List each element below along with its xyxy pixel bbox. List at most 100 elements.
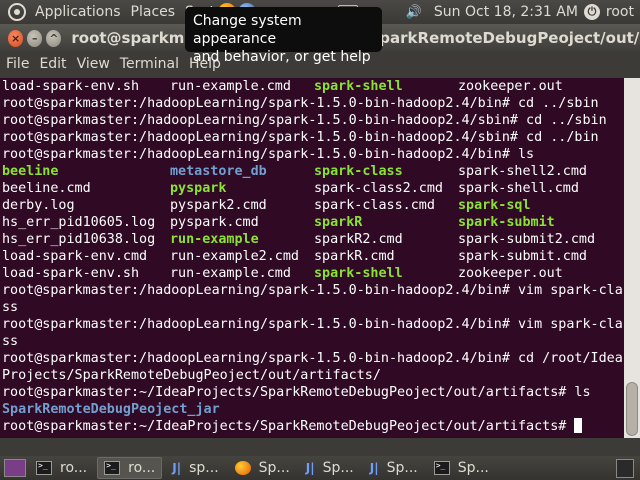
terminal-line: SparkRemoteDebugPeoject_jar — [2, 401, 624, 418]
tooltip-line-1: Change system appearance — [193, 13, 302, 47]
menu-file[interactable]: File — [0, 56, 34, 72]
terminal-file-entry: spark-shell.cmd — [458, 181, 579, 196]
system-menu-tooltip: Change system appearance and behavior, o… — [185, 7, 382, 65]
terminal-file-entry: spark-submit2.cmd — [458, 232, 596, 247]
terminal-line-text: root@sparkmaster:/hadoopLearning/spark-1… — [2, 317, 623, 332]
terminal-scrollbar[interactable] — [624, 78, 640, 438]
maximize-window-button[interactable]: ^ — [46, 29, 62, 47]
terminal-cursor — [574, 418, 583, 433]
clock[interactable]: Sun Oct 18, 2:31 AM — [428, 4, 584, 20]
terminal-file-entry: spark-shell — [314, 266, 403, 281]
applications-menu[interactable]: Applications — [30, 0, 126, 24]
terminal-file-entry: spark-submit — [458, 215, 555, 230]
terminal-file-entry: zookeeper.out — [458, 79, 563, 94]
window-bottom-edge — [0, 438, 640, 456]
terminal-ls-row: load-spark-env.sh run-example.cmd spark-sh… — [2, 265, 624, 282]
scrollbar-thumb[interactable] — [626, 382, 638, 436]
taskbar-item[interactable]: J| Sp... — [300, 457, 360, 479]
terminal-file-entry: spark-shell2.cmd — [458, 164, 587, 179]
taskbar-item[interactable]: J| sp... — [166, 457, 224, 479]
terminal-file-entry: sparkR.cmd — [314, 249, 395, 264]
terminal-line-text: root@sparkmaster:/hadoopLearning/spark-1… — [2, 96, 599, 111]
taskbar-item-label: Sp... — [457, 460, 489, 476]
terminal-file-entry: beeline — [2, 164, 59, 179]
taskbar-item[interactable]: ro... — [97, 457, 163, 479]
terminal-icon — [104, 461, 121, 475]
menu-view[interactable]: View — [72, 56, 115, 72]
terminal-file-entry: metastore_db — [170, 164, 267, 179]
taskbar-item[interactable]: J| Sp... — [364, 457, 424, 479]
taskbar-item-label: Sp... — [386, 460, 418, 476]
terminal-line: root@sparkmaster:~/IdeaProjects/SparkRem… — [2, 384, 624, 401]
taskbar-item-label: Sp... — [258, 460, 290, 476]
terminal-icon — [36, 461, 52, 475]
terminal-line-text: root@sparkmaster:/hadoopLearning/spark-1… — [2, 283, 623, 298]
terminal-ls-row: load-spark-env.sh run-example.cmd spark-sh… — [2, 78, 624, 95]
close-window-button[interactable]: × — [8, 29, 24, 47]
ubuntu-logo-icon[interactable] — [8, 3, 26, 21]
taskbar-item-label: sp... — [189, 460, 219, 476]
user-menu[interactable]: root — [600, 4, 640, 20]
terminal-icon — [433, 461, 450, 475]
terminal-file-entry: spark-sql — [458, 198, 531, 213]
terminal-line: root@sparkmaster:/hadoopLearning/spark-1… — [2, 129, 624, 146]
terminal-ls-row: hs_err_pid10605.log pyspark.cmd sparkR spar… — [2, 214, 624, 231]
terminal-file-entry: pyspark2.cmd — [170, 198, 267, 213]
terminal-line: root@sparkmaster:/hadoopLearning/spark-1… — [2, 350, 624, 367]
terminal-ls-row: load-spark-env.cmd run-example2.cmd sparkR… — [2, 248, 624, 265]
speaker-icon[interactable]: 🔊 — [400, 5, 428, 20]
terminal-file-entry: spark-class.cmd — [314, 198, 435, 213]
terminal-file-entry: run-example2.cmd — [170, 249, 299, 264]
terminal-file-entry: pyspark — [170, 181, 227, 196]
terminal-ls-row: beeline.cmd pyspark spark-class2.cmd spark-… — [2, 180, 624, 197]
terminal-line: root@sparkmaster:/hadoopLearning/spark-1… — [2, 316, 624, 333]
places-menu[interactable]: Places — [126, 0, 181, 24]
show-desktop-icon[interactable] — [4, 459, 26, 477]
terminal-line-text: root@sparkmaster:/hadoopLearning/spark-1… — [2, 113, 607, 128]
terminal-file-entry: beeline.cmd — [2, 181, 91, 196]
terminal-line: ss — [2, 333, 624, 350]
intellij-icon: J| — [305, 461, 315, 475]
terminal-ls-row: hs_err_pid10638.log run-example sparkR2.cm… — [2, 231, 624, 248]
taskbar-item-label: Sp... — [322, 460, 354, 476]
intellij-icon: J| — [369, 461, 379, 475]
terminal-file-entry: hs_err_pid10638.log — [2, 232, 156, 247]
tooltip-line-2: and behavior, or get help — [193, 49, 371, 65]
taskbar-item[interactable]: ro... — [30, 457, 93, 479]
terminal-line-text: SparkRemoteDebugPeoject_jar — [2, 402, 220, 417]
terminal-line-text: Projects/SparkRemoteDebugPeoject/out/art… — [2, 368, 381, 383]
trash-icon[interactable] — [616, 459, 634, 478]
terminal-line-text: root@sparkmaster:/hadoopLearning/spark-1… — [2, 130, 599, 145]
minimize-window-button[interactable]: – — [27, 29, 43, 47]
terminal-file-entry: spark-shell — [314, 79, 403, 94]
terminal-line-text: ss — [2, 334, 19, 349]
menu-edit[interactable]: Edit — [34, 56, 71, 72]
intellij-icon: J| — [172, 461, 182, 475]
taskbar-item[interactable]: Sp... — [229, 457, 296, 479]
terminal-file-entry: run-example.cmd — [170, 266, 291, 281]
terminal-file-entry: derby.log — [2, 198, 75, 213]
terminal-file-entry: load-spark-env.cmd — [2, 249, 148, 264]
terminal-line-text: ss — [2, 300, 19, 315]
terminal-file-entry: run-example — [170, 232, 259, 247]
menu-terminal[interactable]: Terminal — [115, 56, 184, 72]
terminal-ls-row: derby.log pyspark2.cmd spark-class.cmd spar… — [2, 197, 624, 214]
terminal-output[interactable]: load-spark-env.sh run-example.cmd spark-sh… — [0, 78, 624, 438]
terminal-line-text: root@sparkmaster:~/IdeaProjects/SparkRem… — [2, 385, 591, 400]
terminal-file-entry: load-spark-env.sh — [2, 79, 140, 94]
terminal-file-entry: sparkR2.cmd — [314, 232, 403, 247]
terminal-file-entry: sparkR — [314, 215, 363, 230]
terminal-line-text: root@sparkmaster:/hadoopLearning/spark-1… — [2, 351, 623, 366]
terminal-file-entry: spark-class — [314, 164, 403, 179]
panel-indicators: 🔊 Sun Oct 18, 2:31 AM ⏻ root — [400, 0, 640, 24]
taskbar-item-label: ro... — [60, 460, 88, 476]
taskbar-item[interactable]: Sp... — [428, 457, 495, 479]
terminal-line: ss — [2, 299, 624, 316]
terminal-prompt-line: root@sparkmaster:~/IdeaProjects/SparkRem… — [2, 418, 624, 435]
terminal-file-entry: load-spark-env.sh — [2, 266, 140, 281]
terminal-line-text: root@sparkmaster:/hadoopLearning/spark-1… — [2, 147, 535, 162]
terminal-line: root@sparkmaster:/hadoopLearning/spark-1… — [2, 95, 624, 112]
power-icon[interactable]: ⏻ — [583, 4, 600, 20]
terminal-line-text: root@sparkmaster:~/IdeaProjects/SparkRem… — [2, 419, 575, 434]
taskbar-item-label: ro... — [128, 460, 156, 476]
